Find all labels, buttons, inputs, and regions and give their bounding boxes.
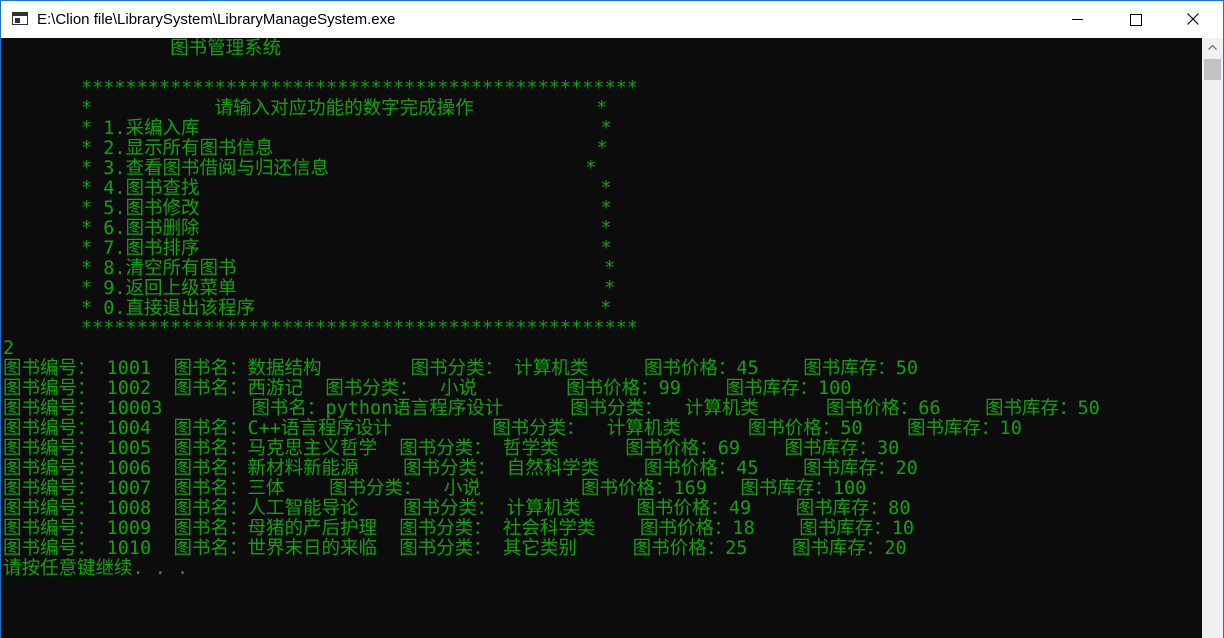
console-line: 图书编号： 1002 图书名：西游记 图书分类： 小说 图书价格：99 图书库存… [3,378,852,399]
console-line: * 9.返回上级菜单 * [3,278,616,299]
minimize-icon [1072,19,1083,20]
console-line: * 请输入对应功能的数字完成操作 * [3,98,608,119]
console-line: * 7.图书排序 * [3,238,612,259]
console-line: 图书编号： 1006 图书名：新材料新能源 图书分类： 自然科学类 图书价格：4… [3,458,918,479]
console-line: * 1.采编入库 * [3,118,612,139]
console-line: ****************************************… [3,78,638,99]
console-line: 图书管理系统 [3,38,282,59]
console-line: 图书编号： 1007 图书名：三体 图书分类： 小说 图书价格：169 图书库存… [3,478,867,499]
console-window-icon[interactable] [12,12,28,25]
console-line: * 4.图书查找 * [3,178,612,199]
console-line: 图书编号： 1010 图书名：世界末日的来临 图书分类： 其它类别 图书价格：2… [3,538,907,559]
scroll-up-arrow-icon [1208,45,1217,50]
scrollbar-thumb[interactable] [1204,59,1221,80]
minimize-button[interactable] [1048,1,1106,38]
console-line: * 3.查看图书借阅与归还信息 * [3,158,597,179]
console-line: * 2.显示所有图书信息 * [3,138,608,159]
console-line: * 0.直接退出该程序 * [3,298,612,319]
close-button[interactable] [1164,1,1222,38]
console-line: 图书编号： 1005 图书名：马克思主义哲学 图书分类： 哲学类 图书价格：69… [3,438,900,459]
scroll-up-button[interactable] [1202,38,1223,58]
console-line: 请按任意键继续. . . [3,558,189,579]
console-line: * 8.清空所有图书 * [3,258,616,279]
console-line: 图书编号： 1004 图书名：C++语言程序设计 图书分类： 计算机类 图书价格… [3,418,1022,439]
close-icon [1187,13,1199,25]
console-line: 图书编号： 1009 图书名：母猪的产后护理 图书分类： 社会科学类 图书价格：… [3,518,915,539]
maximize-button[interactable] [1106,1,1164,38]
console-window: E:\Clion file\LibrarySystem\LibraryManag… [0,0,1224,638]
title-bar[interactable]: E:\Clion file\LibrarySystem\LibraryManag… [1,1,1223,38]
maximize-icon [1130,14,1142,26]
console-output[interactable]: 图书管理系统 *********************************… [1,38,1202,638]
vertical-scrollbar[interactable] [1202,38,1223,638]
window-title: E:\Clion file\LibrarySystem\LibraryManag… [37,11,396,28]
console-line: 图书编号： 1001 图书名：数据结构 图书分类： 计算机类 图书价格：45 图… [3,358,919,379]
console-line: ****************************************… [3,318,638,339]
console-line: * 5.图书修改 * [3,198,612,219]
console-line: 图书编号： 1008 图书名：人工智能导论 图书分类： 计算机类 图书价格：49… [3,498,911,519]
console-line: 图书编号： 10003 图书名：python语言程序设计 图书分类： 计算机类 … [3,398,1100,419]
console-line: 2 [3,338,15,359]
console-line: * 6.图书删除 * [3,218,612,239]
